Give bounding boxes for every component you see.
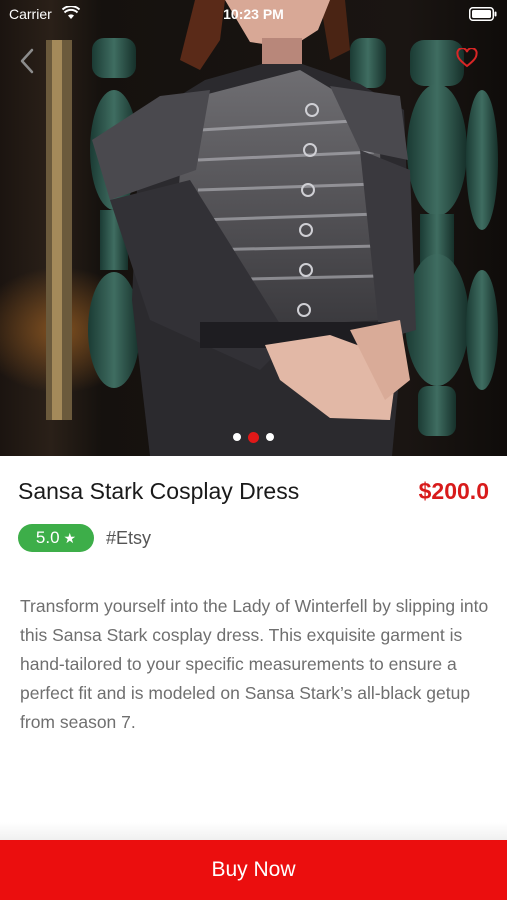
rating-value: 5.0 xyxy=(35,528,60,547)
carousel-dot[interactable] xyxy=(266,433,274,441)
heart-icon[interactable] xyxy=(456,48,478,68)
carousel-page-indicator[interactable] xyxy=(0,430,507,444)
product-title: Sansa Stark Cosplay Dress xyxy=(18,478,300,504)
product-photo xyxy=(46,0,498,456)
product-image-carousel[interactable]: Carrier 10:23 PM xyxy=(0,0,507,456)
buy-now-button[interactable]: Buy Now xyxy=(0,840,507,900)
bottom-divider xyxy=(0,822,507,840)
star-icon: ★ xyxy=(63,529,77,546)
rating-badge: 5.0 ★ xyxy=(18,524,94,552)
battery-icon xyxy=(469,7,497,21)
carousel-dot[interactable] xyxy=(233,433,241,441)
product-description: Transform yourself into the Lady of Wint… xyxy=(20,596,489,732)
status-time: 10:23 PM xyxy=(223,6,284,22)
back-icon[interactable] xyxy=(18,48,36,74)
product-tag[interactable]: #Etsy xyxy=(106,528,151,549)
product-price: $200.0 xyxy=(418,478,489,504)
carousel-dot[interactable] xyxy=(248,431,259,443)
status-bar: Carrier 10:23 PM xyxy=(0,0,507,30)
